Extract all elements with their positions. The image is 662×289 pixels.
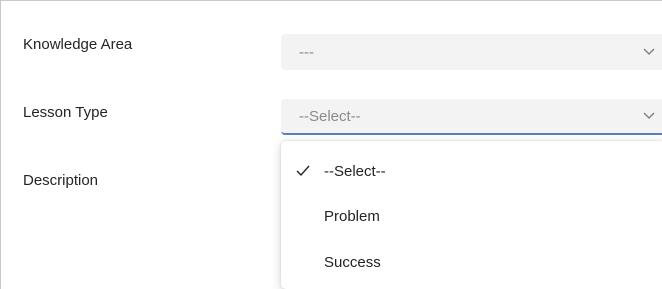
dropdown-option-label: --Select-- — [324, 162, 386, 180]
dropdown-option-problem[interactable]: Problem — [281, 196, 662, 236]
dropdown-option-select[interactable]: --Select-- — [281, 151, 662, 191]
checkmark-icon — [296, 165, 310, 177]
dropdown-option-label: Success — [324, 253, 381, 271]
chevron-down-icon — [643, 48, 655, 55]
lesson-type-dropdown: --Select-- Problem Success — [281, 141, 662, 289]
knowledge-area-value: --- — [299, 43, 314, 61]
lesson-type-value: --Select-- — [299, 107, 361, 125]
dropdown-option-label: Problem — [324, 207, 380, 225]
description-label: Description — [23, 172, 99, 189]
lesson-type-label: Lesson Type — [23, 104, 108, 121]
dropdown-option-success[interactable]: Success — [281, 242, 662, 282]
knowledge-area-select[interactable]: --- — [281, 34, 662, 70]
lesson-type-select[interactable]: --Select-- — [281, 99, 662, 135]
chevron-down-icon — [643, 112, 655, 119]
form-panel: Knowledge Area --- Lesson Type --Select-… — [0, 0, 662, 289]
knowledge-area-label: Knowledge Area — [23, 36, 133, 53]
